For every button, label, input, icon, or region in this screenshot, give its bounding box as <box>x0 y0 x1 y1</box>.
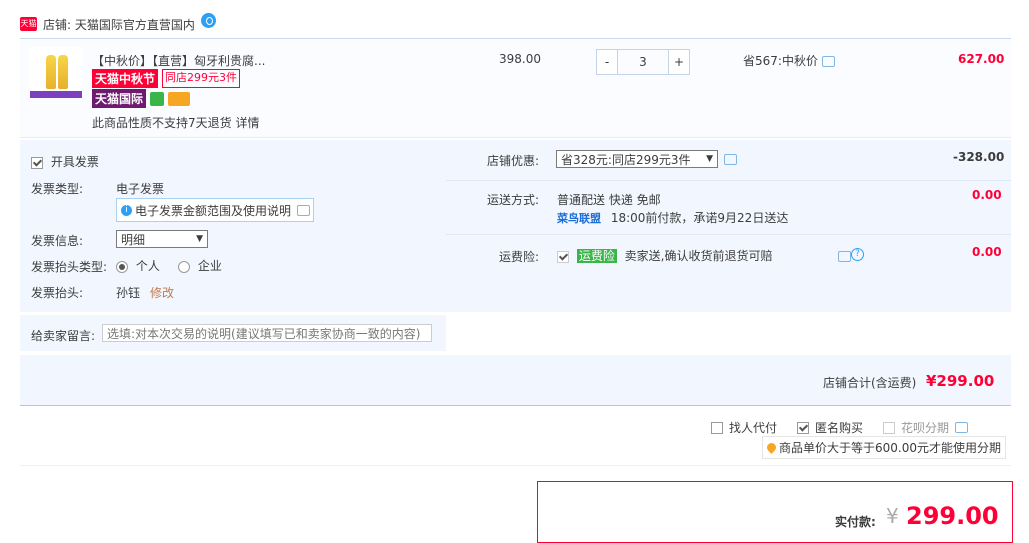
discount-label: 店铺优惠: <box>487 154 540 168</box>
insurance-tag: 运费险 <box>576 249 617 263</box>
edit-invoice-link[interactable]: 修改 <box>150 284 174 301</box>
e-invoice-info-link[interactable]: 电子发票金额范围及使用说明 <box>135 202 291 219</box>
festival-tag: 天猫中秋节 <box>92 69 159 88</box>
qty-input[interactable]: 3 <box>617 50 669 74</box>
invoice-title-value: 孙钰 <box>116 286 141 300</box>
shipping-amount: 0.00 <box>972 188 1002 202</box>
seller-message-input[interactable]: 选填:对本次交易的说明(建议填写已和卖家协商一致的内容) <box>102 324 432 342</box>
company-radio[interactable] <box>178 260 190 273</box>
shop-name[interactable]: 店铺: 天猫国际官方直营国内 <box>43 16 195 33</box>
chat-bubble-icon[interactable] <box>297 204 311 216</box>
chat-bubble-icon[interactable] <box>955 422 969 433</box>
invoice-content-select[interactable]: 明细 ▼ <box>116 230 208 248</box>
invoice-title-type-label: 发票抬头类型: <box>31 260 108 274</box>
qty-increase-button[interactable]: + <box>669 50 689 74</box>
wangwang-chat-icon[interactable] <box>200 12 216 28</box>
item-subtotal: 627.00 <box>958 52 1005 66</box>
tmall-global-tag: 天猫国际 <box>92 89 147 108</box>
credit-card-icon <box>168 91 191 106</box>
invoice-type-value: 电子发票 <box>116 182 165 196</box>
unit-price: 398.00 <box>499 52 541 66</box>
anonymous-label: 匿名购买 <box>815 421 864 435</box>
info-icon: i <box>121 204 132 216</box>
proxy-pay-checkbox[interactable] <box>711 421 723 434</box>
help-icon[interactable]: ? <box>851 248 864 261</box>
currency-symbol: ¥ <box>886 504 899 528</box>
shop-header: 天猫 店铺: 天猫国际官方直营国内 <box>20 12 216 34</box>
quantity-stepper: - 3 + <box>596 49 690 75</box>
company-radio-label: 企业 <box>197 259 222 273</box>
delivery-promise: 18:00前付款，承诺9月22日送达 <box>610 211 789 225</box>
invoice-title-label: 发票抬头: <box>31 286 84 300</box>
shop-total-label: 店铺合计(含运费) <box>823 376 917 390</box>
promo-tag: 同店299元3件 <box>162 69 241 88</box>
payment-amount: 299.00 <box>906 502 999 530</box>
issue-invoice-checkbox[interactable] <box>31 156 43 169</box>
shipping-label: 运送方式: <box>487 193 540 207</box>
product-thumbnail[interactable] <box>30 47 82 99</box>
installment-label: 花呗分期 <box>901 421 950 435</box>
proxy-pay-label: 找人代付 <box>729 421 778 435</box>
installment-checkbox <box>883 421 896 434</box>
shop-total-amount: ¥299.00 <box>926 372 995 390</box>
payment-label: 实付款: <box>835 515 876 529</box>
e-invoice-info[interactable]: i 电子发票金额范围及使用说明 <box>116 198 314 222</box>
discount-amount: -328.00 <box>953 150 1005 164</box>
tmall-icon: 天猫 <box>20 17 37 31</box>
saving-text: 省567:中秋价 <box>743 52 835 69</box>
personal-radio[interactable] <box>116 260 128 273</box>
item-title[interactable]: 【中秋价】【直营】匈牙利贵腐... <box>92 52 265 69</box>
chat-bubble-icon[interactable] <box>821 56 835 67</box>
chat-bubble-icon[interactable] <box>724 154 737 165</box>
message-label: 给卖家留言: <box>31 329 96 343</box>
insurance-amount: 0.00 <box>972 245 1002 259</box>
anonymous-checkbox[interactable] <box>797 421 810 434</box>
insurance-checkbox <box>557 250 569 263</box>
qty-decrease-button[interactable]: - <box>597 50 617 74</box>
invoice-content-label: 发票信息: <box>31 234 84 248</box>
installment-tip: 商品单价大于等于600.00元才能使用分期 <box>762 436 1006 459</box>
insurance-desc: 卖家送,确认收货前退货可赔 <box>624 249 773 263</box>
discount-select[interactable]: 省328元:同店299元3件 ▼ <box>556 150 718 168</box>
shipping-method: 普通配送 快递 免邮 <box>557 193 661 207</box>
chat-bubble-icon[interactable] <box>838 251 851 262</box>
return-policy-note[interactable]: 此商品性质不支持7天退货 详情 <box>92 114 259 131</box>
cainiao-logo: 菜鸟联盟 <box>557 212 601 225</box>
payment-options: 找人代付 匿名购买 花呗分期 <box>711 419 969 436</box>
personal-radio-label: 个人 <box>135 259 160 273</box>
insurance-label: 运费险: <box>499 250 540 264</box>
service-badge-icon <box>150 91 165 106</box>
invoice-type-label: 发票类型: <box>31 182 84 196</box>
issue-invoice-label: 开具发票 <box>50 155 99 169</box>
location-pin-icon <box>765 441 778 454</box>
